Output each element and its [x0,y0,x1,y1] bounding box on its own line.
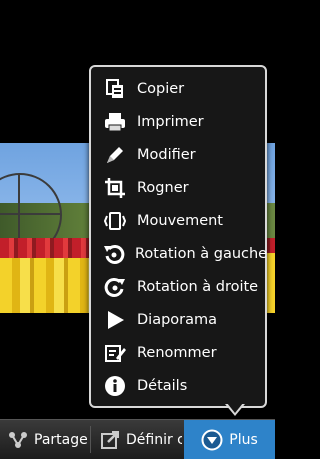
info-icon [103,374,127,398]
menu-item-crop[interactable]: Rogner [91,172,265,204]
menu-item-label: Rotation à droite [137,279,259,295]
set-as-button[interactable]: Définir c [92,420,182,459]
rotate-left-icon [103,242,125,266]
crop-icon [103,176,127,200]
set-as-label: Définir c [126,431,182,448]
copy-icon [103,77,127,101]
print-icon [103,110,127,134]
slideshow-icon [103,308,127,332]
bar-separator [90,426,91,453]
set-as-icon [100,430,120,450]
menu-item-motion[interactable]: Mouvement [91,205,265,237]
menu-item-details[interactable]: Détails [91,370,265,402]
more-options-menu: Copier Imprimer Modifier Rogner Mouvemen… [89,65,268,416]
menu-item-label: Mouvement [137,213,223,229]
menu-item-label: Copier [137,81,185,97]
share-button[interactable]: Partager [0,420,88,459]
motion-icon [103,209,127,233]
menu-item-edit[interactable]: Modifier [91,139,265,171]
more-label: Plus [229,431,258,448]
menu-item-print[interactable]: Imprimer [91,106,265,138]
menu-item-label: Rogner [137,180,189,196]
menu-pointer-inner [227,403,243,413]
share-icon [8,430,28,450]
menu-item-label: Renommer [137,345,217,361]
more-button[interactable]: Plus [184,420,275,459]
menu-item-rename[interactable]: Renommer [91,337,265,369]
menu-item-rotate-right[interactable]: Rotation à droite [91,271,265,303]
menu-item-label: Rotation à gauche [135,246,268,262]
menu-item-label: Détails [137,378,188,394]
share-label: Partager [34,431,88,448]
rotate-right-icon [103,275,127,299]
more-icon [201,429,223,451]
rename-icon [103,341,127,365]
menu-item-label: Modifier [137,147,196,163]
menu-item-slideshow[interactable]: Diaporama [91,304,265,336]
edit-icon [103,143,127,167]
menu-item-rotate-left[interactable]: Rotation à gauche [91,238,268,270]
bottom-action-bar: Partager Définir c Plus [0,419,275,459]
menu-item-label: Imprimer [137,114,204,130]
menu-item-copy[interactable]: Copier [91,73,265,105]
menu-item-label: Diaporama [137,312,218,328]
